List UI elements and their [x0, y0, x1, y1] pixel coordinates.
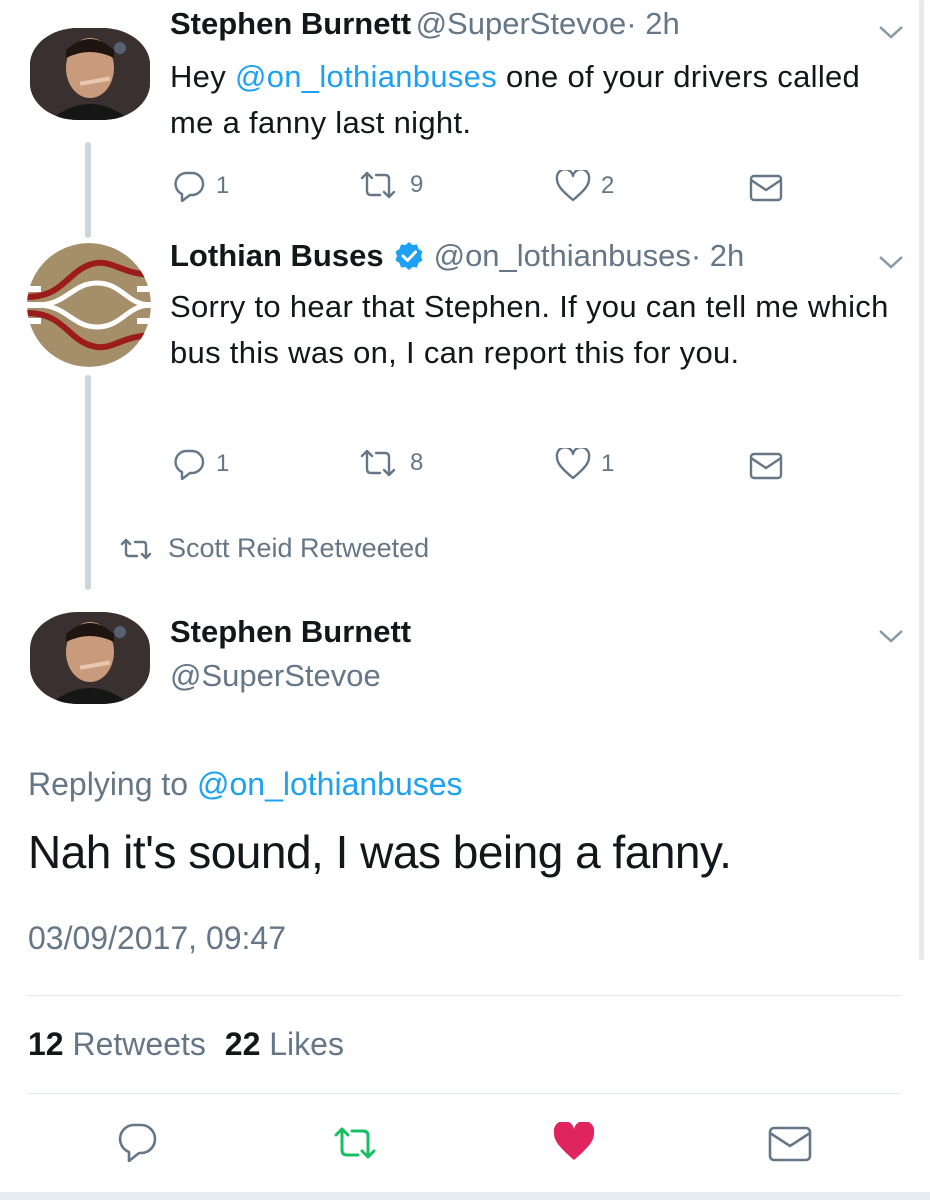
retweet-icon [360, 171, 396, 199]
like-button[interactable]: 2 [555, 170, 614, 202]
divider [28, 995, 900, 996]
retweet-icon [360, 449, 396, 477]
chevron-down-icon[interactable] [876, 626, 906, 646]
reply-button[interactable]: 1 [172, 448, 229, 480]
author-name[interactable]: Stephen Burnett [170, 614, 411, 650]
reply-icon [174, 171, 205, 202]
scrollbar[interactable] [919, 0, 924, 960]
heart-icon [555, 170, 591, 202]
retweeted-by-label: Scott Reid Retweeted [168, 533, 430, 563]
reply-icon [118, 1123, 157, 1163]
replying-to: Replying to @on_lothianbuses [28, 766, 463, 802]
avatar-lothian-buses[interactable] [27, 243, 151, 367]
tweet-text: Sorry to hear that Stephen. If you can t… [170, 289, 889, 370]
author-name[interactable]: Stephen Burnett [170, 6, 411, 41]
envelope-icon [749, 452, 783, 480]
avatar-stephen[interactable] [30, 612, 150, 704]
like-button[interactable] [552, 1120, 596, 1167]
retweet-button[interactable] [330, 1125, 380, 1166]
tweet-time: · 2h [626, 6, 680, 41]
heart-icon [555, 448, 591, 480]
author-handle[interactable]: @SuperStevoe [170, 658, 381, 694]
retweet-button[interactable]: 9 [356, 170, 423, 200]
like-count: 2 [601, 172, 615, 199]
retweet-icon [120, 538, 152, 559]
engagement-stats: 12 Retweets 22 Likes [28, 1026, 344, 1063]
tweet-time: · 2h [690, 238, 745, 273]
main-tweet-text: Nah it's sound, I was being a fanny. [28, 826, 732, 878]
reply-button[interactable]: 1 [172, 170, 229, 202]
retweet-count: 8 [410, 449, 424, 476]
direct-message-button[interactable] [749, 452, 783, 480]
retweeted-by-context[interactable]: Scott Reid Retweeted [118, 533, 429, 564]
mention-link[interactable]: @on_lothianbuses [197, 766, 463, 802]
likes-stat[interactable]: 22 Likes [225, 1026, 344, 1062]
envelope-icon [749, 174, 783, 202]
direct-message-button[interactable] [749, 174, 783, 202]
author-handle[interactable]: @SuperStevoe [416, 6, 627, 41]
author-name[interactable]: Lothian Buses [170, 238, 384, 274]
retweet-icon [334, 1127, 376, 1159]
retweet-button[interactable]: 8 [356, 448, 423, 478]
direct-message-button[interactable] [768, 1126, 812, 1167]
bottom-edge [0, 1192, 930, 1200]
envelope-icon [768, 1126, 812, 1162]
thread-line [85, 375, 91, 590]
retweets-stat[interactable]: 12 Retweets [28, 1026, 206, 1062]
verified-badge-icon [395, 242, 423, 270]
tweet-timestamp: 03/09/2017, 09:47 [28, 920, 287, 956]
chevron-down-icon[interactable] [876, 22, 906, 42]
like-count: 1 [601, 450, 615, 477]
reply-icon [174, 449, 205, 480]
thread-line [85, 142, 91, 238]
reply-count: 1 [216, 172, 230, 199]
heart-icon [553, 1120, 595, 1160]
reply-count: 1 [216, 450, 230, 477]
divider [28, 1093, 900, 1094]
retweet-count: 9 [410, 171, 424, 198]
author-handle[interactable]: @on_lothianbuses [434, 238, 691, 274]
lothian-buses-logo [27, 243, 151, 367]
like-button[interactable]: 1 [555, 448, 614, 480]
chevron-down-icon[interactable] [876, 252, 906, 272]
mention-link[interactable]: @on_lothianbuses [235, 59, 497, 94]
avatar-stephen[interactable] [30, 28, 150, 120]
tweet-text: Hey @on_lothianbuses one of your drivers… [170, 59, 861, 140]
reply-button[interactable] [117, 1122, 157, 1167]
